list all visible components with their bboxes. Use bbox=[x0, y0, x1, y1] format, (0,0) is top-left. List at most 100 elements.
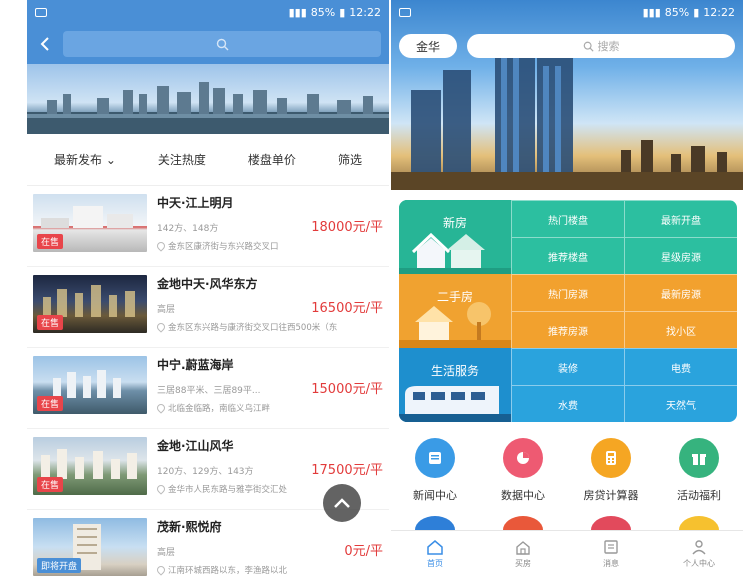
section-lead-second-hand[interactable]: 二手房 bbox=[399, 274, 511, 348]
home-icon bbox=[427, 539, 443, 555]
quick-action-news[interactable]: 新闻中心 bbox=[395, 438, 475, 508]
property-name: 中宁.蔚蓝海岸 bbox=[157, 358, 234, 372]
location-pin-icon bbox=[157, 402, 167, 414]
property-layout: 高层 bbox=[157, 548, 176, 558]
status-badge: 在售 bbox=[37, 315, 64, 330]
property-layout: 三居88平米、三居89平... bbox=[157, 386, 261, 396]
tab-label: 消息 bbox=[603, 558, 619, 568]
quick-action-calculator[interactable]: 房贷计算器 bbox=[571, 438, 651, 508]
filter-more[interactable]: 筛选 bbox=[338, 151, 362, 168]
list-item[interactable]: 在售 中天·江上明月 142方、148方 18000元/平 金东区康济街与东兴路交… bbox=[27, 186, 389, 267]
quick-action-label: 数据中心 bbox=[501, 489, 545, 502]
city-selector[interactable]: 金华 bbox=[399, 34, 457, 58]
battery-level: 85% bbox=[664, 5, 690, 19]
bottom-tab-bar: 首页 买房 消息 个人中心 bbox=[391, 530, 743, 576]
battery-icon: ▮ bbox=[339, 5, 346, 19]
news-icon bbox=[415, 438, 455, 478]
list-item[interactable]: 在售 金地中天·风华东方 高层 16500元/平 金东区东兴路与康济街交叉口往西5… bbox=[27, 267, 389, 348]
skyline-image bbox=[27, 82, 389, 134]
tab-profile[interactable]: 个人中心 bbox=[669, 539, 729, 569]
tab-label: 买房 bbox=[515, 558, 531, 568]
tab-buy[interactable]: 买房 bbox=[493, 539, 553, 569]
grid-cell[interactable]: 最新开盘 bbox=[624, 200, 737, 237]
calculator-icon bbox=[591, 438, 631, 478]
house-illustration bbox=[399, 232, 511, 274]
back-button[interactable] bbox=[35, 34, 55, 54]
battery-level: 85% bbox=[310, 5, 336, 19]
list-item[interactable]: 在售 中宁.蔚蓝海岸 三居88平米、三居89平... 15000元/平 北临金临路… bbox=[27, 348, 389, 429]
property-address: 金东区东兴路与康济街交叉口往西500米（东 bbox=[157, 321, 383, 333]
property-thumbnail: 在售 bbox=[33, 437, 147, 495]
property-address: 北临金临路，南临义乌江畔 bbox=[157, 402, 383, 414]
top-bar bbox=[27, 24, 389, 64]
filter-unit-price[interactable]: 楼盘单价 bbox=[248, 151, 296, 168]
section-life-services: 生活服务 装修 电费 水费 天然气 bbox=[399, 348, 737, 422]
quick-action-label: 活动福利 bbox=[677, 489, 721, 502]
tab-home[interactable]: 首页 bbox=[405, 539, 465, 569]
property-price: 16500元/平 bbox=[311, 301, 383, 316]
grid-cell[interactable]: 热门楼盘 bbox=[511, 200, 624, 237]
house-icon bbox=[516, 540, 530, 555]
grid-cell[interactable]: 天然气 bbox=[624, 385, 737, 422]
chevron-up-icon bbox=[334, 498, 350, 508]
property-address: 金东区康济街与东兴路交叉口 bbox=[157, 240, 383, 252]
quick-action-label: 房贷计算器 bbox=[583, 489, 639, 502]
search-placeholder: 搜索 bbox=[597, 40, 620, 53]
filter-popularity[interactable]: 关注热度 bbox=[158, 151, 206, 168]
location-pin-icon bbox=[157, 483, 167, 495]
hero-banner[interactable] bbox=[391, 0, 743, 190]
image-notification-icon bbox=[35, 7, 47, 17]
search-input[interactable] bbox=[63, 31, 381, 57]
filter-bar: 最新发布 ⌄ 关注热度 楼盘单价 筛选 bbox=[27, 134, 389, 186]
location-pin-icon bbox=[157, 240, 167, 252]
tab-label: 个人中心 bbox=[683, 558, 715, 568]
section-lead-new-homes[interactable]: 新房 bbox=[399, 200, 511, 274]
grid-cell[interactable]: 最新房源 bbox=[624, 274, 737, 311]
listing-screen: ▮▮▮ 85% ▮ 12:22 最新发布 ⌄ 关注热度 楼盘单价 筛选 在售 中… bbox=[27, 0, 389, 576]
skyscraper-image bbox=[391, 40, 743, 190]
quick-action-data[interactable]: 数据中心 bbox=[483, 438, 563, 508]
search-input[interactable]: 搜索 bbox=[467, 34, 735, 58]
city-skyline-banner[interactable] bbox=[27, 64, 389, 134]
clock: 12:22 bbox=[703, 5, 735, 19]
property-layout: 142方、148方 bbox=[157, 224, 219, 234]
cottage-illustration bbox=[399, 302, 511, 348]
property-price: 18000元/平 bbox=[311, 220, 383, 235]
property-name: 金地·江山风华 bbox=[157, 439, 234, 453]
grid-cell[interactable]: 热门房源 bbox=[511, 274, 624, 311]
signal-icon: ▮▮▮ bbox=[642, 5, 661, 19]
section-second-hand: 二手房 热门房源 最新房源 推荐房源 找小区 bbox=[399, 274, 737, 348]
property-layout: 高层 bbox=[157, 305, 176, 315]
grid-cell[interactable]: 电费 bbox=[624, 348, 737, 385]
signal-icon: ▮▮▮ bbox=[288, 5, 307, 19]
quick-action-benefits[interactable]: 活动福利 bbox=[659, 438, 739, 508]
image-notification-icon bbox=[399, 7, 411, 17]
status-bar: ▮▮▮ 85% ▮ 12:22 bbox=[27, 0, 389, 24]
section-lead-life-services[interactable]: 生活服务 bbox=[399, 348, 511, 422]
clock: 12:22 bbox=[349, 5, 381, 19]
property-price: 0元/平 bbox=[344, 544, 383, 559]
grid-cell[interactable]: 装修 bbox=[511, 348, 624, 385]
grid-cell[interactable]: 推荐房源 bbox=[511, 311, 624, 348]
chevron-left-icon bbox=[40, 37, 49, 51]
top-bar: 金华 搜索 bbox=[399, 34, 735, 58]
grid-cell[interactable]: 找小区 bbox=[624, 311, 737, 348]
grid-cell[interactable]: 星级房源 bbox=[624, 237, 737, 274]
property-address: 江南环城西路以东，李渔路以北 bbox=[157, 564, 383, 576]
scroll-to-top-button[interactable] bbox=[323, 484, 361, 522]
home-screen: ▮▮▮ 85% ▮ 12:22 金华 搜索 新房 热门楼盘 最新开盘 推荐楼盘 … bbox=[391, 0, 743, 576]
property-thumbnail: 在售 bbox=[33, 356, 147, 414]
property-name: 金地中天·风华东方 bbox=[157, 277, 258, 291]
train-illustration bbox=[399, 386, 511, 422]
filter-latest[interactable]: 最新发布 ⌄ bbox=[54, 151, 116, 168]
quick-action-label: 新闻中心 bbox=[413, 489, 457, 502]
tab-messages[interactable]: 消息 bbox=[581, 539, 641, 569]
next-row-peek bbox=[391, 516, 743, 544]
property-name: 中天·江上明月 bbox=[157, 196, 234, 210]
category-grid: 新房 热门楼盘 最新开盘 推荐楼盘 星级房源 二手房 热门房源 最新房源 推荐房… bbox=[399, 200, 737, 422]
section-new-homes: 新房 热门楼盘 最新开盘 推荐楼盘 星级房源 bbox=[399, 200, 737, 274]
battery-icon: ▮ bbox=[693, 5, 700, 19]
grid-cell[interactable]: 推荐楼盘 bbox=[511, 237, 624, 274]
status-badge: 在售 bbox=[37, 234, 64, 249]
grid-cell[interactable]: 水费 bbox=[511, 385, 624, 422]
